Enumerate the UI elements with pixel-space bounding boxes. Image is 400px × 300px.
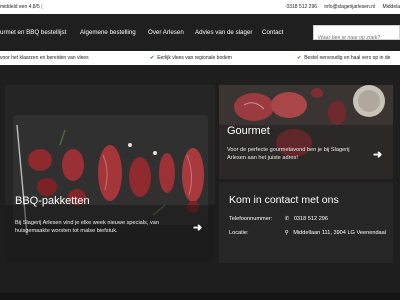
usp-item: voor het klaarzen en bereiden van vlees [0,55,89,61]
bbq-photo [5,85,215,263]
usp-text: Eerlijk vlees van regionale bodem [157,55,232,61]
phone-label: Telefoonnummer: [229,216,273,222]
nav-item-gourmet-bbq[interactable]: urmet en BBQ bestellijst [0,29,66,36]
arrow-right-icon[interactable]: ➜ [193,221,202,234]
usp-item: ✔ Bestel eenvoudig en haal vers op in de [297,55,390,61]
check-icon: ✔ [297,55,302,61]
usp-text: voor het klaarzen en bereiden van vlees [0,55,89,61]
gourmet-card-title: Gourmet [227,125,270,137]
usp-bar: voor het klaarzen en bereiden van vlees … [0,51,400,65]
contact-card-title: Kom in contact met ons [229,194,339,206]
main-nav: urmet en BBQ bestellijst Algemene bestel… [0,14,400,51]
bbq-card-text: Bij Slagerij Arlesen vind je elke week n… [15,220,159,234]
location-value[interactable]: Middellaan 111, 3904 LG Veenendaal [293,230,386,236]
location-pin-icon: ⚲ [284,230,289,236]
rating-extra: ( [41,4,43,10]
phone-value[interactable]: 0318 512 296 [294,216,328,222]
gourmet-card[interactable]: Gourmet Voor de perfecte gourmetavond be… [219,85,393,179]
check-icon: ✔ [150,55,155,61]
bbq-card[interactable]: BBQ-pakketten Bij Slagerij Arlesen vind … [5,85,215,263]
rating-label: middeld een 4,8/5 [0,4,40,10]
usp-item: ✔ Eerlijk vlees van regionale bodem [150,55,232,61]
top-bar: middeld een 4,8/5 ( 0318 512 296 info@sl… [0,0,400,14]
location-label: Locatie: [229,230,249,236]
bbq-card-title: BBQ-pakketten [15,195,90,207]
top-address-link[interactable]: Middela [382,4,400,10]
nav-item-contact[interactable]: Contact [262,29,283,36]
top-email-link[interactable]: info@slagerijarlesen.nl [324,4,375,10]
search-input[interactable] [314,31,399,45]
phone-icon: ✆ [284,216,290,222]
arrow-right-icon[interactable]: ➜ [373,148,382,161]
top-phone-link[interactable]: 0318 512 296 [286,4,317,10]
contact-phone-row: Telefoonnummer: ✆ 0318 512 296 [229,216,328,222]
main-section: BBQ-pakketten Bij Slagerij Arlesen vind … [0,65,400,300]
gourmet-card-text: Voor de perfecte gourmetavond ben je bij… [227,147,350,161]
bottom-strip [0,293,400,300]
contact-card: Kom in contact met ons Telefoonnummer: ✆… [219,182,393,263]
top-contact: 0318 512 296 info@slagerijarlesen.nl Mid… [280,4,400,10]
usp-text: Bestel eenvoudig en haal vers op in de [304,55,391,61]
rating-text: middeld een 4,8/5 ( [0,4,43,10]
nav-item-advies[interactable]: Advies van de slager [195,29,252,36]
nav-item-algemene-bestelling[interactable]: Algemene bestelling [80,29,136,36]
contact-location-row: Locatie: ⚲ Middellaan 111, 3904 LG Veene… [229,230,386,236]
search-box [313,25,400,45]
nav-item-over-arlesen[interactable]: Over Arlesen [148,29,184,36]
